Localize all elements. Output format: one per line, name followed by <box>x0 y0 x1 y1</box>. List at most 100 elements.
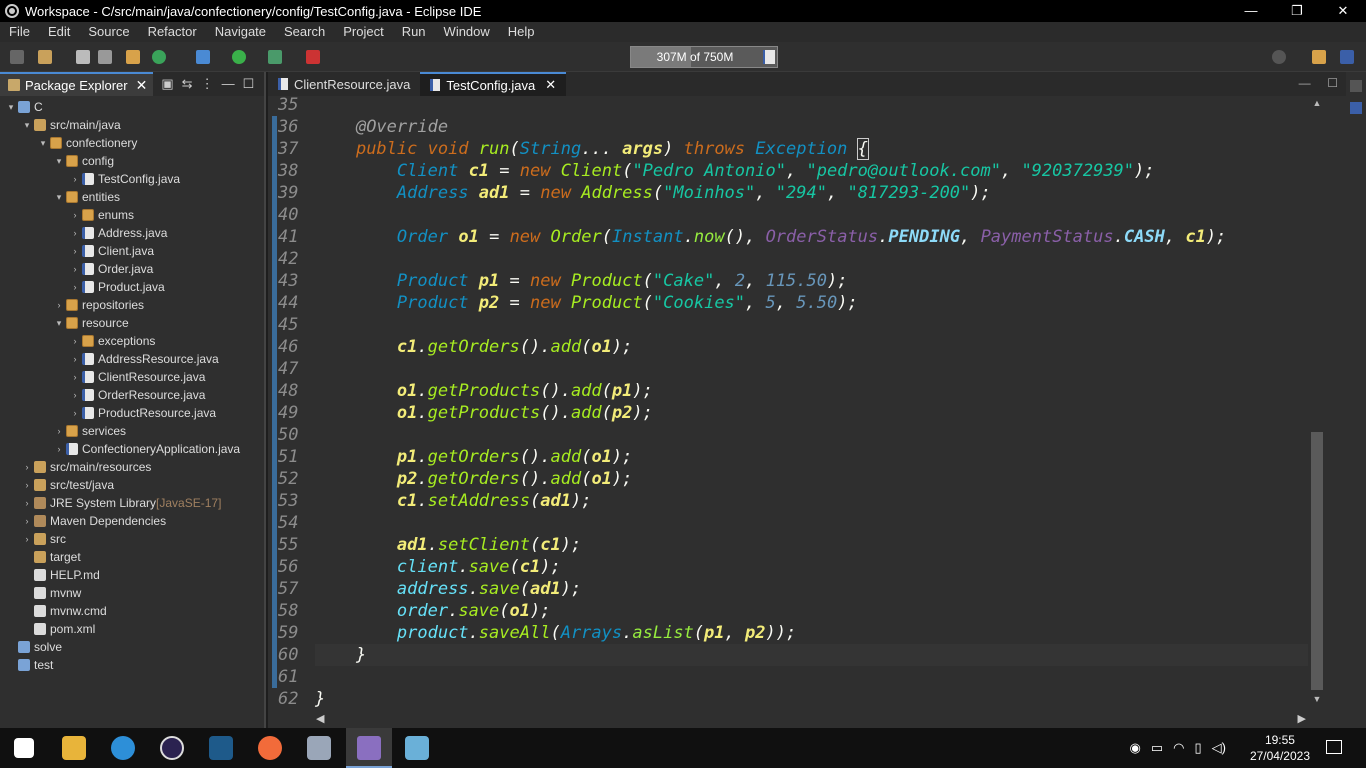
code-line[interactable]: c1.getOrders().add(o1); <box>315 336 633 358</box>
chevron-down-icon[interactable]: ▾ <box>36 138 50 149</box>
refresh-icon[interactable] <box>152 50 166 64</box>
scrollbar-thumb[interactable] <box>1311 432 1323 690</box>
chevron-right-icon[interactable]: › <box>20 516 34 526</box>
tree-item[interactable]: › repositories <box>0 296 264 314</box>
tree-item[interactable]: solve <box>0 638 264 656</box>
minimize-button[interactable]: — <box>1228 0 1274 22</box>
tree-item[interactable]: › ProductResource.java <box>0 404 264 422</box>
close-icon[interactable]: ✕ <box>545 77 556 93</box>
chevron-down-icon[interactable]: ▾ <box>52 192 66 203</box>
postman-icon[interactable] <box>258 736 282 760</box>
minimize-editor-icon[interactable]: — <box>1299 76 1311 90</box>
tree-item[interactable]: › JRE System Library [JavaSE-17] <box>0 494 264 512</box>
chevron-right-icon[interactable]: › <box>20 498 34 508</box>
code-line[interactable]: Address ad1 = new Address("Moinhos", "29… <box>315 182 991 204</box>
horizontal-scrollbar[interactable]: ◀ ▶ <box>314 712 1308 726</box>
save-all-icon[interactable] <box>98 50 112 64</box>
tree-item[interactable]: pom.xml <box>0 620 264 638</box>
chevron-right-icon[interactable]: › <box>20 462 34 472</box>
coverage-icon[interactable] <box>268 50 282 64</box>
chevron-down-icon[interactable]: ▾ <box>52 156 66 167</box>
chevron-right-icon[interactable]: › <box>68 174 82 184</box>
tree-item[interactable]: ▾ entities <box>0 188 264 206</box>
chevron-right-icon[interactable]: › <box>68 354 82 364</box>
tree-item[interactable]: › Maven Dependencies <box>0 512 264 530</box>
chevron-right-icon[interactable]: › <box>20 534 34 544</box>
vertical-scrollbar[interactable]: ▲ ▼ <box>1308 96 1326 716</box>
maximize-editor-icon[interactable]: ☐ <box>1327 76 1338 90</box>
perspective-icon[interactable] <box>1312 50 1326 64</box>
code-line[interactable]: } <box>315 688 325 710</box>
save-icon[interactable] <box>76 50 90 64</box>
code-line[interactable]: @Override <box>315 116 448 138</box>
tree-item[interactable]: ▾ src/main/java <box>0 116 264 134</box>
code-line[interactable]: p2.getOrders().add(o1); <box>315 468 633 490</box>
tree-item[interactable]: ▾ config <box>0 152 264 170</box>
chevron-right-icon[interactable]: › <box>52 444 66 454</box>
tab-package-explorer[interactable]: Package Explorer ✕ <box>0 72 154 96</box>
chevron-down-icon[interactable]: ▾ <box>20 120 34 131</box>
search-icon[interactable] <box>1272 50 1286 64</box>
tree-item[interactable]: mvnw.cmd <box>0 602 264 620</box>
tree-item[interactable]: ▾ confectionery <box>0 134 264 152</box>
storage-icon[interactable]: ▯ <box>1195 740 1202 756</box>
network-app-icon[interactable]: ◉ <box>1130 740 1141 756</box>
tree-item[interactable]: › src <box>0 530 264 548</box>
chevron-right-icon[interactable]: › <box>68 282 82 292</box>
chevron-right-icon[interactable]: › <box>68 210 82 220</box>
tree-item[interactable]: › src/main/resources <box>0 458 264 476</box>
close-button[interactable]: ✕ <box>1320 0 1366 22</box>
tree-item[interactable]: mvnw <box>0 584 264 602</box>
tree-item[interactable]: › Address.java <box>0 224 264 242</box>
windows-start-icon[interactable] <box>14 738 34 758</box>
menu-window[interactable]: Window <box>435 22 499 42</box>
tab-testconfig[interactable]: TestConfig.java ✕ <box>420 72 567 96</box>
chevron-down-icon[interactable]: ▾ <box>52 318 66 329</box>
outline-icon[interactable] <box>1350 102 1362 114</box>
tree-item[interactable]: › ClientResource.java <box>0 368 264 386</box>
code-line[interactable]: ad1.setClient(c1); <box>315 534 581 556</box>
restore-view-icon[interactable] <box>1350 80 1362 92</box>
code-line[interactable]: address.save(ad1); <box>315 578 581 600</box>
code-line[interactable]: Client c1 = new Client("Pedro Antonio", … <box>315 160 1155 182</box>
tree-item[interactable]: HELP.md <box>0 566 264 584</box>
code-editor[interactable]: 35 36 @Override 37 public void run(String.… <box>268 96 1326 716</box>
collapse-all-icon[interactable]: ▣ <box>161 76 173 92</box>
tree-item[interactable]: › enums <box>0 206 264 224</box>
file-explorer-icon[interactable] <box>62 736 86 760</box>
scroll-right-icon[interactable]: ▶ <box>1298 712 1306 725</box>
chevron-down-icon[interactable]: ▾ <box>4 102 18 113</box>
chevron-right-icon[interactable]: › <box>68 246 82 256</box>
tree-item[interactable]: › Client.java <box>0 242 264 260</box>
code-line[interactable]: c1.setAddress(ad1); <box>315 490 592 512</box>
tree-item[interactable]: › src/test/java <box>0 476 264 494</box>
edge-icon[interactable] <box>111 736 135 760</box>
code-line[interactable]: } <box>315 644 366 666</box>
eclipse-icon[interactable] <box>160 736 184 760</box>
menu-source[interactable]: Source <box>79 22 138 42</box>
tree-item[interactable]: ▾ C <box>0 98 264 116</box>
menu-navigate[interactable]: Navigate <box>206 22 275 42</box>
wifi-icon[interactable]: ◠ <box>1173 740 1184 756</box>
chevron-right-icon[interactable]: › <box>52 426 66 436</box>
code-line[interactable]: Order o1 = new Order(Instant.now(), Orde… <box>315 226 1226 248</box>
code-line[interactable]: o1.getProducts().add(p1); <box>315 380 653 402</box>
chevron-right-icon[interactable]: › <box>68 336 82 346</box>
scroll-up-icon[interactable]: ▲ <box>1308 98 1326 108</box>
menu-help[interactable]: Help <box>499 22 544 42</box>
tree-item[interactable]: › ConfectioneryApplication.java <box>0 440 264 458</box>
code-line[interactable]: public void run(String... args) throws E… <box>315 138 869 160</box>
code-line[interactable]: Product p2 = new Product("Cookies", 5, 5… <box>315 292 858 314</box>
code-line[interactable]: Product p1 = new Product("Cake", 2, 115.… <box>315 270 848 292</box>
heap-status[interactable]: 307M of 750M <box>630 46 778 68</box>
chevron-right-icon[interactable]: › <box>68 390 82 400</box>
chevron-right-icon[interactable]: › <box>68 228 82 238</box>
scroll-down-icon[interactable]: ▼ <box>1308 694 1326 704</box>
menu-project[interactable]: Project <box>334 22 392 42</box>
garbage-collect-icon[interactable] <box>763 50 775 64</box>
chevron-right-icon[interactable]: › <box>68 372 82 382</box>
eclipse-ide-taskbar-button[interactable] <box>346 728 392 768</box>
clock[interactable]: 19:55 27/04/2023 <box>1250 732 1310 764</box>
menu-edit[interactable]: Edit <box>39 22 79 42</box>
tree-item[interactable]: test <box>0 656 264 674</box>
